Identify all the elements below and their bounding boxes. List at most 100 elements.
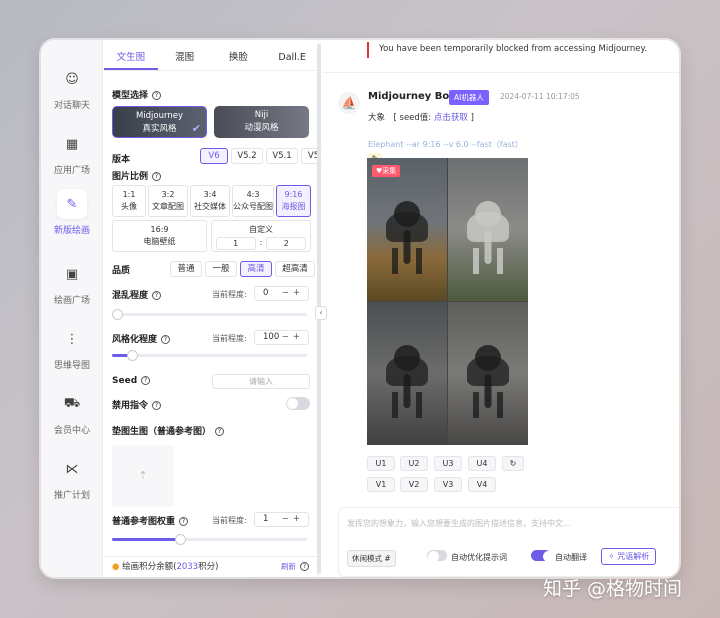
help-icon[interactable]: ? (152, 172, 162, 181)
stepper-controls[interactable]: −+ (282, 287, 304, 300)
elephant-legs (473, 248, 503, 275)
chaos-title: 混乱程度? (112, 288, 162, 301)
ratio-option[interactable]: 3:2 文章配图 (148, 185, 188, 217)
ref-weight-title: 普通参考图权重? (112, 514, 189, 527)
nav-item-mindmap[interactable]: ⋮ 思维导图 (41, 324, 103, 372)
upscale-button-2[interactable]: U2 (400, 456, 428, 471)
seed-prefix: 大象 [ seed值: (368, 113, 434, 123)
ratio-option[interactable]: 1:1 头像 (112, 185, 146, 217)
nav-label: 思维导图 (53, 361, 90, 371)
tab-dalle[interactable]: Dall.E (265, 48, 319, 70)
credits-suffix: 积分) (198, 562, 219, 572)
help-icon[interactable]: ? (152, 91, 162, 100)
variation-button-3[interactable]: V3 (434, 477, 462, 492)
help-icon[interactable]: ? (152, 291, 162, 300)
version-option[interactable]: V6 (200, 148, 228, 164)
upscale-button-4[interactable]: U4 (468, 456, 496, 471)
result-image[interactable] (367, 302, 447, 445)
help-icon[interactable]: ? (141, 376, 151, 385)
variation-button-4[interactable]: V4 (468, 477, 496, 492)
quality-option[interactable]: 一般 (205, 261, 237, 277)
tab-face-swap[interactable]: 换脸 (212, 48, 266, 70)
seed-input[interactable]: 请输入 (212, 374, 310, 389)
chaos-slider[interactable] (112, 309, 307, 320)
custom-width-input[interactable]: 1 (215, 237, 256, 250)
help-icon[interactable]: ? (152, 401, 162, 410)
slider-handle[interactable] (112, 309, 123, 320)
variation-button-2[interactable]: V2 (400, 477, 428, 492)
custom-height-input[interactable]: 2 (266, 237, 307, 250)
message-timestamp: 2024-07-11 10:17:05 (500, 92, 580, 101)
help-icon[interactable]: ? (300, 562, 309, 571)
ratio-desc: 文章配图 (152, 202, 184, 211)
stylize-stepper[interactable]: 100 −+ (254, 330, 309, 345)
stepper-controls[interactable]: −+ (282, 331, 304, 344)
ratio-value: 9:16 (284, 190, 303, 199)
version-option[interactable]: V5.2 (231, 148, 263, 164)
get-seed-link[interactable]: 点击获取 (434, 113, 468, 123)
mode-selector[interactable]: 休闲模式 # (347, 550, 396, 567)
ref-weight-slider[interactable] (112, 534, 307, 545)
collapse-panel-button[interactable]: ‹ (315, 306, 327, 320)
chaos-stepper[interactable]: 0 −+ (254, 286, 309, 301)
upscale-button-1[interactable]: U1 (367, 456, 395, 471)
collect-tag[interactable]: ♥采集 (372, 165, 401, 177)
quality-option[interactable]: 普通 (170, 261, 202, 277)
model-niji[interactable]: Niji 动漫风格 (214, 106, 309, 138)
upload-image-button[interactable]: ⇡ (112, 445, 174, 507)
noprompt-toggle[interactable] (286, 397, 310, 410)
model-name: Niji (254, 110, 269, 120)
auto-optimize-toggle[interactable] (427, 550, 447, 562)
nav-item-gallery[interactable]: ▣ 绘画广场 (41, 259, 103, 307)
variation-button-1[interactable]: V1 (367, 477, 395, 492)
nav-item-apps[interactable]: ▦ 应用广场 (41, 129, 103, 177)
elephant-legs (392, 248, 422, 275)
tab-text-to-image[interactable]: 文生图 (104, 48, 158, 70)
stylize-slider[interactable] (112, 350, 307, 361)
help-icon[interactable]: ? (215, 427, 225, 436)
spell-analysis-button[interactable]: ✧ 咒语解析 (601, 548, 657, 565)
prompt-text: Elephant --ar 9:16 --v 6.0 --fast（fast） (368, 140, 523, 149)
quality-option[interactable]: 超高清 (275, 261, 315, 277)
watermark: 知乎 @格物时间 (543, 578, 683, 600)
ref-weight-stepper[interactable]: 1 −+ (254, 512, 309, 527)
stylize-title-text: 风格化程度 (112, 335, 158, 345)
help-icon[interactable]: ? (179, 517, 189, 526)
ratio-option[interactable]: 3:4 社交媒体 (190, 185, 230, 217)
prompt-input-placeholder: 发挥您的想象力，输入您想要生成的图片描述信息，支持中文... (347, 519, 571, 528)
slider-handle[interactable] (126, 350, 138, 361)
slider-handle[interactable] (175, 534, 187, 545)
ratio-title-text: 图片比例 (112, 172, 149, 182)
app-window: ☺ 对话聊天 ▦ 应用广场 ✎ 新版绘画 ▣ 绘画广场 ⋮ 思维导图 ⛟ 会员中… (41, 40, 679, 577)
result-image[interactable] (448, 302, 528, 445)
version-option[interactable]: V5.1 (266, 148, 298, 164)
reroll-icon[interactable]: ↻ (502, 456, 524, 471)
refresh-link[interactable]: 刷新 (281, 557, 296, 577)
stepper-controls[interactable]: −+ (282, 513, 304, 526)
tab-blend[interactable]: 混图 (158, 48, 212, 70)
blocked-alert: You have been temporarily blocked from a… (367, 42, 647, 58)
ratio-option[interactable]: 4:3 公众号配图 (232, 185, 274, 217)
chat-area: You have been temporarily blocked from a… (322, 40, 679, 577)
result-image[interactable] (367, 158, 447, 301)
ratio-value: 16:9 (150, 225, 169, 234)
nav-item-membership[interactable]: ⛟ 会员中心 (41, 389, 103, 437)
auto-translate-toggle[interactable] (531, 550, 554, 562)
slider-fill (112, 538, 181, 541)
image-result-grid[interactable] (367, 158, 528, 445)
version-title: 版本 (112, 155, 131, 165)
upscale-button-3[interactable]: U3 (434, 456, 462, 471)
ratio-option-selected[interactable]: 9:16 海报图 (276, 185, 311, 217)
result-image[interactable] (448, 158, 528, 301)
model-midjourney[interactable]: Midjourney 真实风格 ✔ (112, 106, 207, 138)
ratio-option-wide[interactable]: 16:9 电脑壁纸 (112, 220, 207, 252)
prompt-input-box[interactable]: 发挥您的想象力，输入您想要生成的图片描述信息，支持中文... 休闲模式 # 自动… (338, 507, 679, 577)
apps-grid-icon: ▦ (65, 136, 79, 152)
nav-item-new-paint[interactable]: ✎ 新版绘画 (41, 189, 103, 236)
quality-option[interactable]: 高清 (240, 261, 272, 277)
nav-item-promotion[interactable]: ⋉ 推广计划 (41, 454, 103, 502)
help-icon[interactable]: ? (161, 335, 171, 344)
nav-item-chat[interactable]: ☺ 对话聊天 (41, 64, 103, 112)
stylize-current-label: 当前程度: (212, 334, 247, 343)
sparkle-icon: ✧ (608, 552, 618, 561)
